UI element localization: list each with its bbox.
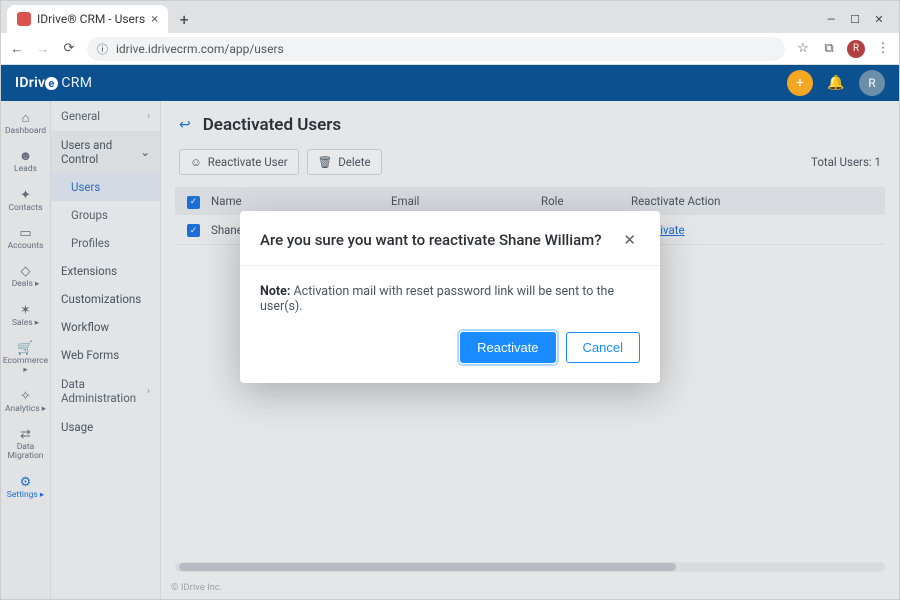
window-close-icon[interactable]: ✕ [873, 13, 885, 26]
tab-close-icon[interactable]: × [151, 12, 158, 27]
browser-tab[interactable]: IDrive® CRM - Users × [7, 5, 168, 33]
window-controls: — ☐ ✕ [825, 13, 893, 26]
tab-title: IDrive® CRM - Users [37, 12, 145, 26]
nav-reload-icon[interactable]: ⟳ [61, 41, 77, 56]
browser-menu-icon[interactable]: ⋮ [875, 41, 891, 56]
user-avatar[interactable]: R [859, 70, 885, 96]
notifications-icon[interactable]: 🔔 [823, 70, 849, 96]
modal-reactivate-button[interactable]: Reactivate [460, 332, 555, 363]
app-logo[interactable]: IDrive CRM [15, 75, 92, 91]
modal-body: Note: Activation mail with reset passwor… [240, 266, 660, 332]
bookmark-icon[interactable]: ☆ [795, 41, 811, 56]
confirm-reactivate-modal: Are you sure you want to reactivate Shan… [240, 211, 660, 383]
browser-tab-strip: IDrive® CRM - Users × + — ☐ ✕ [1, 1, 899, 33]
modal-title: Are you sure you want to reactivate Shan… [260, 231, 602, 249]
modal-cancel-button[interactable]: Cancel [566, 332, 640, 363]
nav-back-icon[interactable]: ← [9, 41, 25, 57]
browser-profile-avatar[interactable]: R [847, 40, 865, 58]
modal-overlay[interactable]: Are you sure you want to reactivate Shan… [1, 101, 899, 599]
add-button[interactable]: + [787, 70, 813, 96]
window-minimize-icon[interactable]: — [825, 13, 837, 26]
browser-address-bar: ← → ⟳ ⓘ idrive.idrivecrm.com/app/users ☆… [1, 33, 899, 65]
extensions-icon[interactable]: ⧉ [821, 41, 837, 56]
new-tab-button[interactable]: + [172, 7, 196, 31]
modal-close-icon[interactable]: ✕ [619, 229, 640, 251]
nav-forward-icon[interactable]: → [35, 41, 51, 57]
app-topbar: IDrive CRM + 🔔 R [1, 65, 899, 101]
favicon-icon [17, 12, 31, 26]
site-info-icon[interactable]: ⓘ [97, 41, 108, 57]
window-maximize-icon[interactable]: ☐ [849, 13, 861, 26]
url-text: idrive.idrivecrm.com/app/users [116, 42, 284, 56]
url-input[interactable]: ⓘ idrive.idrivecrm.com/app/users [87, 37, 785, 61]
